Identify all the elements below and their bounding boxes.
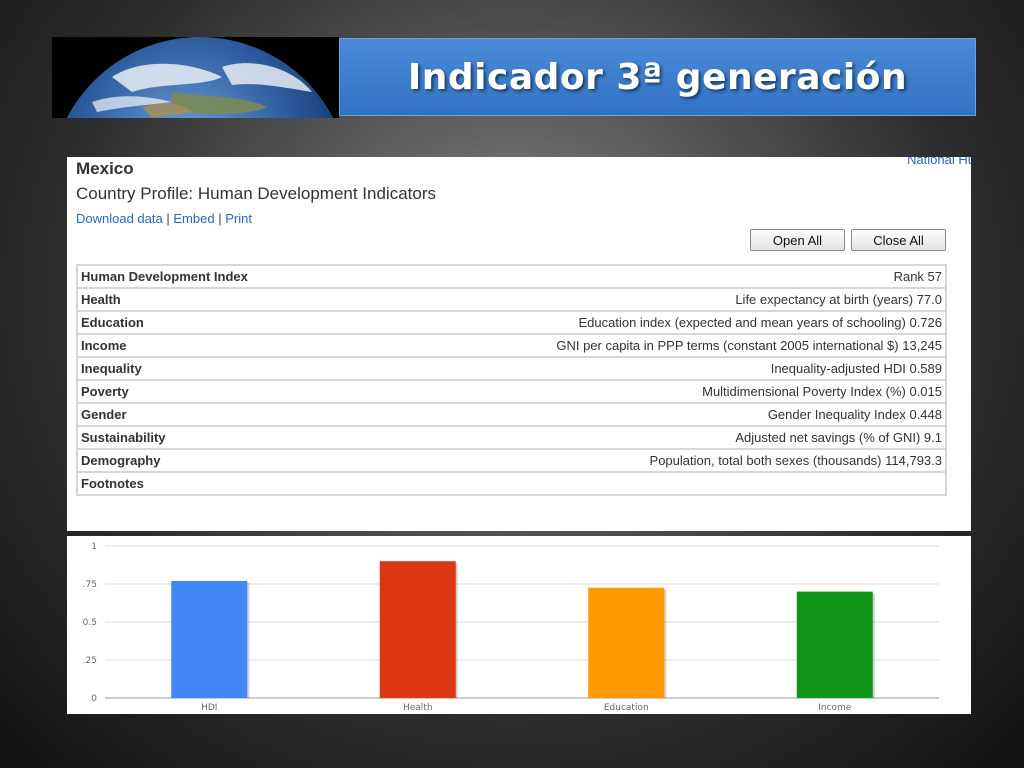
x-tick-label: Health: [403, 703, 433, 713]
earth-image: [52, 37, 339, 118]
row-value: Education index (expected and mean years…: [343, 310, 948, 335]
bar-chart-panel: 0 .25 0.5 .75 1 HDI Health Education Income: [67, 536, 971, 714]
table-row[interactable]: Income GNI per capita in PPP terms (cons…: [76, 333, 948, 358]
slide-title-bar: Indicador 3ª generación: [339, 38, 976, 116]
bar-education[interactable]: [588, 587, 665, 698]
table-row[interactable]: Education Education index (expected and …: [76, 310, 948, 335]
expand-controls: Open All Close All: [750, 229, 946, 251]
profile-links: Download data | Embed | Print: [76, 211, 252, 226]
table-row[interactable]: Sustainability Adjusted net savings (% o…: [76, 425, 948, 450]
bar-chart: 0 .25 0.5 .75 1 HDI Health Education Income: [83, 542, 939, 713]
row-label: Demography: [76, 448, 344, 473]
bar-income[interactable]: [796, 591, 873, 698]
row-label: Footnotes: [76, 471, 344, 496]
country-profile-panel: National Hu Mexico Country Profile: Huma…: [67, 157, 971, 531]
x-tick-label: HDI: [201, 703, 217, 713]
country-name: Mexico: [76, 159, 134, 178]
row-value: Adjusted net savings (% of GNI) 9.1: [343, 425, 948, 450]
table-row[interactable]: Footnotes: [76, 471, 948, 496]
close-all-button[interactable]: Close All: [851, 229, 946, 251]
row-label: Gender: [76, 402, 344, 427]
y-tick-label: 0.5: [83, 618, 97, 628]
profile-subtitle: Country Profile: Human Development Indic…: [76, 184, 436, 203]
row-label: Education: [76, 310, 344, 335]
bar-health[interactable]: [379, 561, 456, 698]
y-tick-label: .25: [83, 656, 97, 666]
x-tick-label: Education: [604, 703, 649, 713]
row-value: Rank 57: [343, 264, 948, 289]
row-value: Population, total both sexes (thousands)…: [343, 448, 948, 473]
row-value: Multidimensional Poverty Index (%) 0.015: [343, 379, 948, 404]
print-link[interactable]: Print: [225, 211, 252, 226]
indicators-table: Human Development Index Rank 57 Health L…: [76, 264, 948, 496]
row-label: Inequality: [76, 356, 344, 381]
table-row[interactable]: Health Life expectancy at birth (years) …: [76, 287, 948, 312]
row-value: Inequality-adjusted HDI 0.589: [343, 356, 948, 381]
bar-hdi[interactable]: [171, 580, 248, 698]
row-value: [343, 471, 948, 496]
row-label: Health: [76, 287, 344, 312]
y-tick-label: .75: [83, 580, 97, 590]
open-all-button[interactable]: Open All: [750, 229, 845, 251]
table-row[interactable]: Gender Gender Inequality Index 0.448: [76, 402, 948, 427]
x-tick-label: Income: [818, 703, 852, 713]
link-separator: |: [218, 211, 222, 226]
table-row[interactable]: Demography Population, total both sexes …: [76, 448, 948, 473]
row-label: Poverty: [76, 379, 344, 404]
row-label: Sustainability: [76, 425, 344, 450]
national-report-link[interactable]: National Hu: [907, 157, 971, 167]
row-value: Life expectancy at birth (years) 77.0: [343, 287, 948, 312]
y-tick-label: 0: [91, 694, 97, 704]
table-row[interactable]: Poverty Multidimensional Poverty Index (…: [76, 379, 948, 404]
download-data-link[interactable]: Download data: [76, 211, 163, 226]
row-label: Human Development Index: [76, 264, 344, 289]
table-row[interactable]: Human Development Index Rank 57: [76, 264, 948, 289]
y-tick-label: 1: [91, 542, 97, 552]
row-value: GNI per capita in PPP terms (constant 20…: [343, 333, 948, 358]
link-separator: |: [166, 211, 170, 226]
row-label: Income: [76, 333, 344, 358]
row-value: Gender Inequality Index 0.448: [343, 402, 948, 427]
embed-link[interactable]: Embed: [173, 211, 214, 226]
slide-title: Indicador 3ª generación: [407, 56, 908, 98]
table-row[interactable]: Inequality Inequality-adjusted HDI 0.589: [76, 356, 948, 381]
